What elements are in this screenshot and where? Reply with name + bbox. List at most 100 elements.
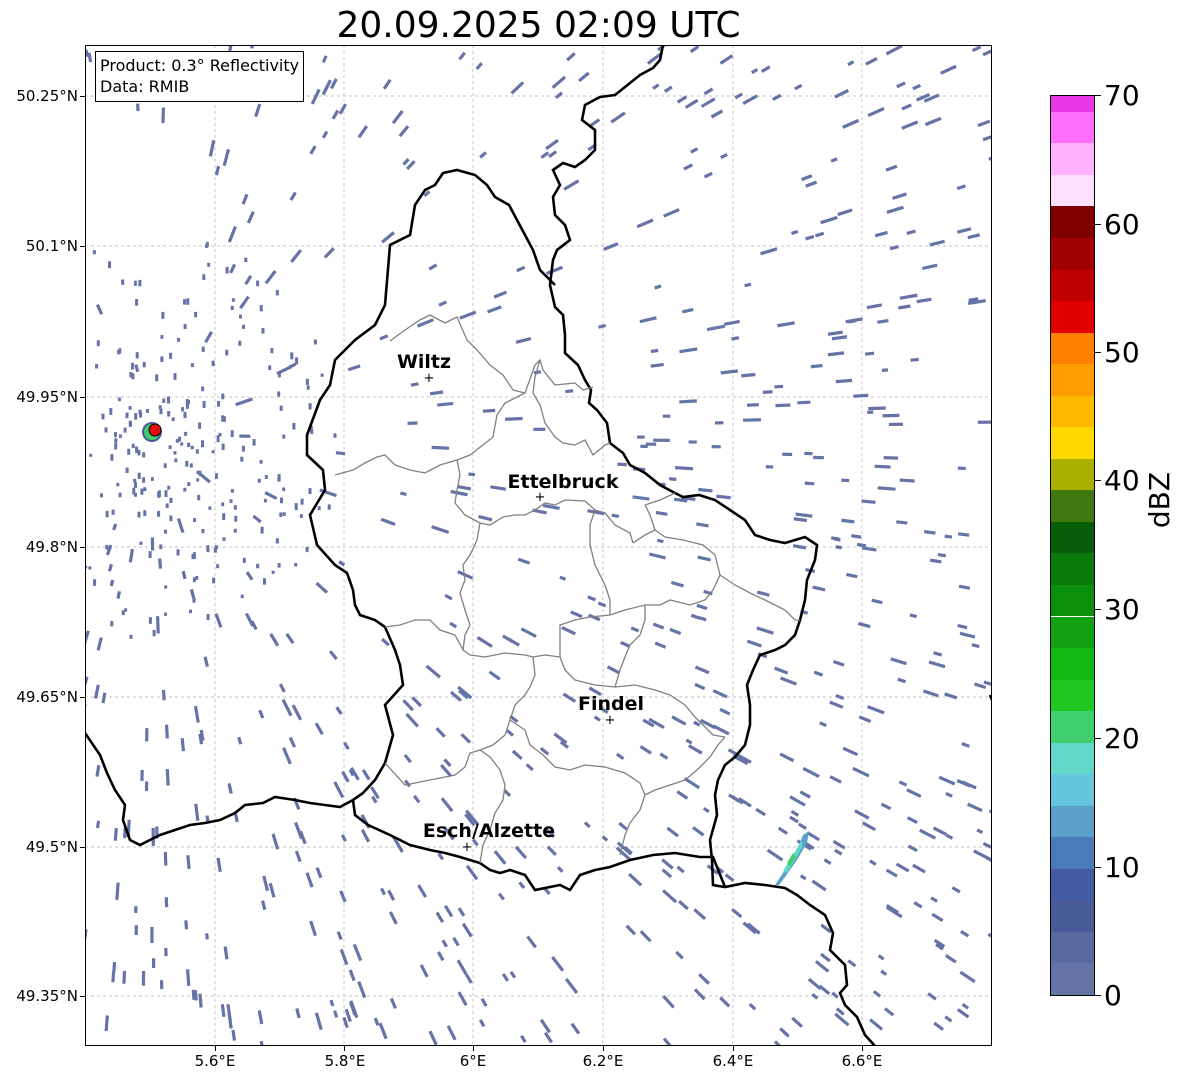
lon-tick-label: 5.6°E [194, 1052, 236, 1070]
echo-streak [723, 319, 741, 326]
echo-streak [398, 125, 410, 138]
echo-streak [186, 855, 191, 869]
echo-streak [799, 874, 807, 881]
colorbar-segment [1051, 111, 1094, 144]
echo-streak [694, 682, 706, 691]
echo-streak [685, 738, 693, 745]
colorbar-segment [1051, 427, 1094, 459]
echo-speckle [282, 487, 286, 492]
echo-streak [655, 510, 668, 516]
echo-streak [866, 303, 883, 310]
echo-streak [425, 664, 442, 679]
echo-streak [570, 1022, 581, 1035]
echo-streak [502, 634, 514, 644]
echo-speckle [198, 470, 202, 476]
echo-streak [715, 421, 724, 425]
radar-map[interactable]: + + + + Wiltz Ettelbruck Findel Esch/Alz… [85, 45, 992, 1046]
echo-speckle [193, 518, 197, 522]
product-info-box: Product: 0.3° Reflectivity Data: RMIB [95, 51, 305, 102]
echo-streak [961, 741, 970, 748]
colorbar-segment [1051, 648, 1094, 680]
echo-streak [144, 781, 149, 792]
echo-streak [890, 657, 907, 666]
lon-tick [603, 1046, 604, 1051]
echo-streak [779, 1027, 790, 1038]
echo-streak [239, 434, 251, 438]
echo-streak [220, 1004, 226, 1018]
echo-streak [829, 775, 842, 784]
map-canvas: + + + + Wiltz Ettelbruck Findel Esch/Alz… [85, 45, 992, 1046]
echo-streak [944, 1015, 953, 1023]
echo-speckle [128, 421, 132, 426]
echo-streak [898, 304, 911, 310]
echo-streak [668, 477, 677, 481]
echo-streak [967, 802, 983, 813]
echo-streak [877, 954, 885, 961]
echo-speckle [159, 544, 163, 550]
echo-streak [456, 959, 468, 976]
echo-streak [205, 933, 209, 940]
echo-streak [163, 851, 168, 866]
echo-speckle [206, 545, 210, 553]
echo-streak [675, 466, 694, 471]
echo-streak [857, 621, 871, 629]
echo-speckle [280, 497, 283, 504]
lat-tick [80, 96, 85, 97]
echo-streak [268, 882, 276, 898]
echo-streak [295, 1008, 301, 1019]
echo-streak [864, 351, 875, 356]
echo-speckle [207, 262, 211, 267]
echo-streak [410, 382, 419, 387]
echo-streak [861, 499, 876, 504]
echo-speckle [148, 551, 152, 558]
echo-speckle [282, 434, 286, 439]
echo-speckle [128, 406, 132, 410]
echo-streak [373, 1017, 380, 1026]
echo-speckle [180, 442, 184, 446]
echo-streak [246, 211, 255, 224]
echo-streak [333, 781, 345, 799]
city-label-findel: Findel [578, 693, 644, 715]
echo-streak [813, 455, 824, 460]
colorbar-tick [1095, 480, 1101, 481]
echo-streak [841, 518, 855, 524]
echo-speckle [173, 373, 177, 380]
svg-text:+: + [462, 840, 473, 855]
echo-streak [719, 996, 731, 1008]
echo-streak [440, 797, 454, 813]
echo-streak [419, 964, 429, 978]
echo-streak [116, 591, 122, 599]
echo-streak [431, 525, 450, 534]
echo-streak [314, 1012, 323, 1031]
echo-streak [662, 414, 671, 418]
echo-streak [533, 427, 546, 432]
echo-streak [676, 865, 685, 874]
echo-speckle [109, 408, 113, 415]
echo-streak [545, 265, 564, 276]
echo-speckle [95, 364, 99, 369]
echo-streak [563, 179, 580, 191]
echo-speckle [190, 363, 194, 368]
echo-speckle [230, 430, 234, 438]
echo-streak [779, 752, 795, 763]
echo-streak [901, 120, 919, 130]
echo-streak [976, 828, 984, 834]
echo-streak [309, 145, 317, 155]
echo-streak [792, 544, 807, 550]
echo-speckle [123, 427, 127, 433]
echo-speckle [131, 373, 135, 380]
echo-streak [888, 422, 903, 427]
echo-streak [662, 889, 678, 904]
echo-streak [676, 95, 688, 104]
echo-streak [335, 706, 343, 715]
echo-streak [444, 593, 453, 601]
echo-streak [929, 558, 942, 564]
echo-speckle [114, 443, 118, 450]
echo-streak [805, 180, 818, 188]
echo-streak [790, 809, 800, 817]
echo-speckle [129, 634, 133, 639]
echo-streak [435, 727, 446, 738]
echo-speckle [125, 467, 129, 473]
echo-streak [871, 598, 883, 605]
echo-speckle [131, 443, 135, 449]
